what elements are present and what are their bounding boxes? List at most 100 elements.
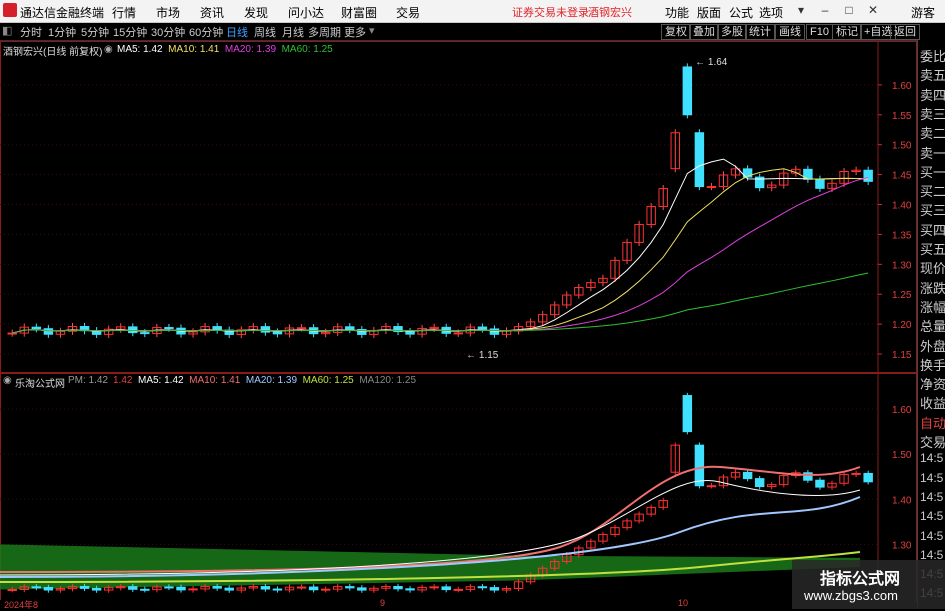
side-panel-item[interactable]: 外盘 bbox=[920, 336, 945, 355]
menu-formula[interactable]: 公式 bbox=[729, 4, 753, 21]
ma-line-0 bbox=[12, 158, 869, 334]
menu-dropdown-icon[interactable]: ▾ bbox=[793, 2, 809, 18]
toolbar-collapse-icon[interactable]: ◧ bbox=[2, 24, 12, 37]
period-15min[interactable]: 15分钟 bbox=[113, 24, 147, 40]
menu-layout[interactable]: 版面 bbox=[697, 4, 721, 21]
period-more[interactable]: 更多 bbox=[344, 24, 366, 40]
period-weekly[interactable]: 周线 bbox=[254, 24, 276, 40]
y-tick-label: 1.55 bbox=[892, 111, 912, 122]
y-tick-label: 1.40 bbox=[892, 495, 912, 506]
side-panel-item[interactable]: 14:5 bbox=[920, 490, 943, 504]
side-panel-item[interactable]: 14:5 bbox=[920, 451, 943, 465]
side-panel-item[interactable]: 买三 bbox=[920, 200, 945, 219]
low-marker-label: ← 1.15 bbox=[466, 350, 499, 361]
app-logo-icon bbox=[3, 3, 17, 17]
watermark-title: 指标公式网 bbox=[820, 571, 901, 588]
period-monthly[interactable]: 月线 bbox=[282, 24, 304, 40]
candle-body bbox=[453, 588, 463, 591]
candle-body bbox=[164, 586, 174, 589]
period-30min[interactable]: 30分钟 bbox=[151, 24, 185, 40]
period-daily[interactable]: 日线 bbox=[226, 24, 248, 40]
candle-body bbox=[43, 586, 54, 591]
y-tick-label: 1.50 bbox=[892, 450, 912, 461]
candlestick-chart[interactable]: 1.60 1.55 1.50 1.45 1.40 1.35 1.30 1.25 1.20 1.15… bbox=[0, 41, 915, 372]
y-tick-label: 1.60 bbox=[892, 405, 912, 416]
tool-adjust[interactable]: 复权 bbox=[661, 24, 691, 40]
candle-body bbox=[7, 588, 17, 591]
candle-body bbox=[79, 586, 90, 589]
menu-discover[interactable]: 发现 bbox=[244, 4, 268, 21]
menu-market[interactable]: 市场 bbox=[156, 4, 180, 21]
side-panel-item[interactable]: 收益 bbox=[920, 393, 945, 412]
side-panel-item[interactable]: 净资 bbox=[920, 374, 945, 393]
side-panel-item[interactable]: 自动 bbox=[920, 413, 945, 432]
y-tick-label: 1.45 bbox=[892, 171, 912, 182]
time-axis: 2024年8 9 10 bbox=[0, 598, 915, 610]
tool-mark[interactable]: 标记 bbox=[832, 24, 862, 40]
candle-body bbox=[224, 587, 234, 591]
period-tick[interactable]: 分时 bbox=[20, 24, 42, 40]
candle-body bbox=[694, 444, 705, 487]
period-5min[interactable]: 5分钟 bbox=[81, 24, 109, 40]
tool-stats[interactable]: 统计 bbox=[745, 24, 775, 40]
side-panel-item[interactable]: 卖四 bbox=[920, 85, 945, 104]
tool-back[interactable]: 返回 bbox=[890, 24, 920, 40]
toolbar: ◧ 分时 1分钟 5分钟 15分钟 30分钟 60分钟 日线 周线 月线 多周期… bbox=[0, 23, 945, 41]
tool-draw[interactable]: 画线 bbox=[775, 24, 805, 40]
period-multi[interactable]: 多周期 bbox=[308, 24, 341, 40]
menu-options[interactable]: 选项 bbox=[759, 4, 783, 21]
side-panel-item[interactable]: 卖五 bbox=[920, 65, 945, 84]
quote-side-panel: 委比 卖五 卖四 卖三 卖二 卖一 买一 买二 买三 买四 买五 现价 涨跌 涨幅 总量 外盘 换手 净资 收益 自动… bbox=[917, 40, 945, 609]
y-tick-label: 1.40 bbox=[892, 201, 912, 212]
period-60min[interactable]: 60分钟 bbox=[189, 24, 223, 40]
side-panel-item[interactable]: 买一 bbox=[920, 162, 945, 181]
candle-body bbox=[91, 587, 102, 591]
candle-body bbox=[706, 186, 717, 189]
candle-body bbox=[694, 132, 705, 188]
candle-body bbox=[477, 326, 488, 330]
side-panel-item[interactable]: 卖二 bbox=[920, 123, 945, 142]
menu-quotes[interactable]: 行情 bbox=[112, 4, 136, 21]
side-panel-item[interactable]: 现价 bbox=[920, 258, 945, 277]
side-panel-item[interactable]: 买二 bbox=[920, 181, 945, 200]
menu-news[interactable]: 资讯 bbox=[200, 4, 224, 21]
maximize-icon[interactable]: □ bbox=[841, 2, 857, 18]
side-panel-item[interactable]: 14:5 bbox=[920, 509, 943, 523]
more-chevron-icon[interactable]: ▾ bbox=[369, 24, 375, 37]
candle-body bbox=[429, 586, 439, 589]
side-panel-item[interactable]: 14:5 bbox=[920, 471, 943, 485]
menu-function[interactable]: 功能 bbox=[665, 4, 689, 21]
menu-ask[interactable]: 问小达 bbox=[288, 4, 324, 21]
candle-body bbox=[863, 472, 873, 483]
tool-f10[interactable]: F10 bbox=[806, 24, 833, 40]
candle-body bbox=[31, 326, 42, 330]
side-panel-item[interactable]: 买四 bbox=[920, 220, 945, 239]
side-panel-item[interactable]: 交易 bbox=[920, 432, 945, 451]
side-panel-item[interactable]: 委比 bbox=[920, 46, 945, 65]
minimize-icon[interactable]: – bbox=[817, 2, 833, 18]
guest-label[interactable]: 游客 bbox=[911, 4, 935, 21]
watermark: 指标公式网 www.zbgs3.com bbox=[792, 560, 945, 609]
candle-body bbox=[31, 586, 42, 589]
tool-overlay[interactable]: 叠加 bbox=[689, 24, 719, 40]
side-panel-item[interactable]: 总量 bbox=[920, 316, 945, 335]
login-warning[interactable]: 证券交易未登录 bbox=[512, 4, 589, 20]
menu-trade[interactable]: 交易 bbox=[396, 4, 420, 21]
tool-multistock[interactable]: 多股 bbox=[717, 24, 747, 40]
side-panel-item[interactable]: 买五 bbox=[920, 239, 945, 258]
side-panel-item[interactable]: 换手 bbox=[920, 355, 945, 374]
indicator-chart[interactable]: 1.60 1.50 1.40 1.30 bbox=[0, 372, 915, 600]
candle-body bbox=[489, 587, 500, 591]
period-1min[interactable]: 1分钟 bbox=[48, 24, 76, 40]
side-panel-item[interactable]: 涨幅 bbox=[920, 297, 945, 316]
side-panel-item[interactable]: 14:5 bbox=[920, 529, 943, 543]
candle-body bbox=[441, 586, 451, 591]
ma-line-2 bbox=[12, 177, 869, 334]
side-panel-item[interactable]: 卖一 bbox=[920, 143, 945, 162]
close-icon[interactable]: ✕ bbox=[865, 2, 881, 18]
side-panel-item[interactable]: 卖三 bbox=[920, 104, 945, 123]
candle-body bbox=[754, 478, 765, 488]
side-panel-item[interactable]: 涨跌 bbox=[920, 278, 945, 297]
menu-wealth[interactable]: 财富圈 bbox=[341, 4, 377, 21]
candle-body bbox=[296, 327, 307, 330]
